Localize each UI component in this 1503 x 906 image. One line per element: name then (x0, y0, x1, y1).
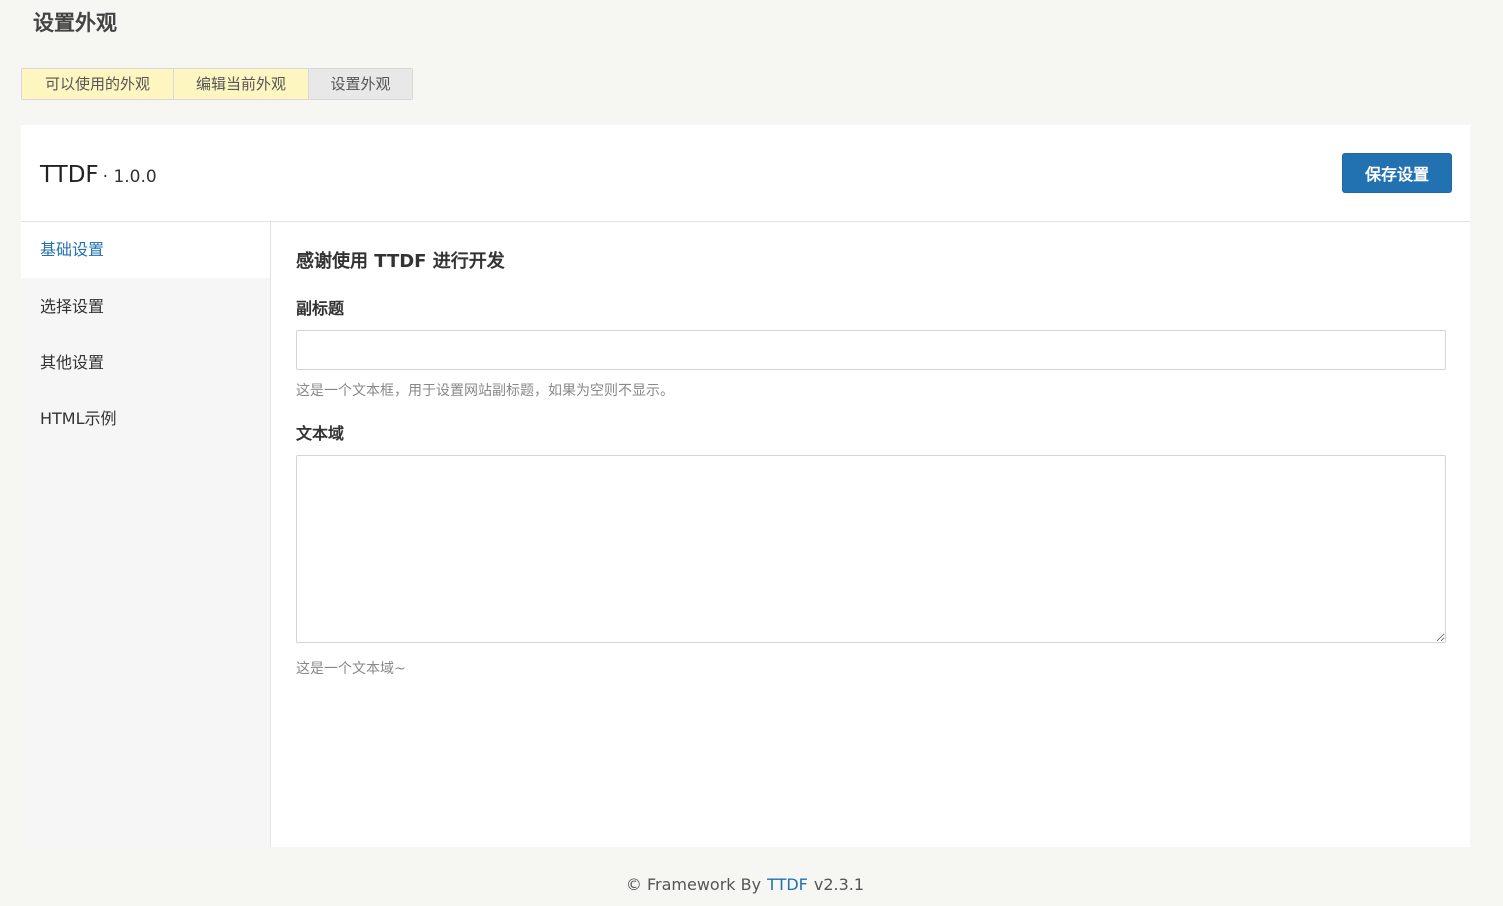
save-settings-button[interactable]: 保存设置 (1342, 153, 1452, 193)
section-title: 感谢使用 TTDF 进行开发 (296, 251, 505, 272)
subtitle-input[interactable] (296, 330, 1446, 370)
tab-theme-settings[interactable]: 设置外观 (309, 69, 412, 99)
theme-version: · 1.0.0 (102, 167, 157, 187)
sidebar-item-html-example[interactable]: HTML示例 (21, 391, 270, 447)
textarea-label: 文本域 (296, 424, 345, 443)
footer-ttdf-link[interactable]: TTDF (767, 875, 808, 894)
footer-prefix: © Framework By (625, 875, 762, 894)
textarea-input[interactable] (296, 455, 1446, 643)
footer: © Framework By TTDF v2.3.1 (0, 874, 1490, 896)
settings-sidebar: 基础设置 选择设置 其他设置 HTML示例 (21, 222, 271, 847)
card-header: TTDF · 1.0.0 保存设置 (21, 125, 1470, 222)
theme-tabs: 可以使用的外观 编辑当前外观 设置外观 (21, 68, 413, 100)
theme-title: TTDF · 1.0.0 (40, 161, 157, 191)
footer-version: v2.3.1 (813, 875, 865, 894)
page-title: 设置外观 (33, 11, 117, 35)
sidebar-item-basic[interactable]: 基础设置 (21, 222, 270, 278)
sidebar-item-select[interactable]: 选择设置 (21, 279, 270, 335)
settings-main-panel: 感谢使用 TTDF 进行开发 副标题 这是一个文本框，用于设置网站副标题，如果为… (271, 222, 1470, 847)
theme-name: TTDF (40, 162, 99, 188)
tab-edit-current-theme[interactable]: 编辑当前外观 (174, 69, 309, 99)
settings-card: TTDF · 1.0.0 保存设置 基础设置 选择设置 其他设置 HTML示例 感… (21, 125, 1470, 847)
subtitle-help-text: 这是一个文本框，用于设置网站副标题，如果为空则不显示。 (296, 383, 674, 399)
subtitle-label: 副标题 (296, 299, 345, 318)
tab-available-themes[interactable]: 可以使用的外观 (22, 69, 174, 99)
textarea-help-text: 这是一个文本域~ (296, 661, 406, 677)
sidebar-item-other[interactable]: 其他设置 (21, 335, 270, 391)
